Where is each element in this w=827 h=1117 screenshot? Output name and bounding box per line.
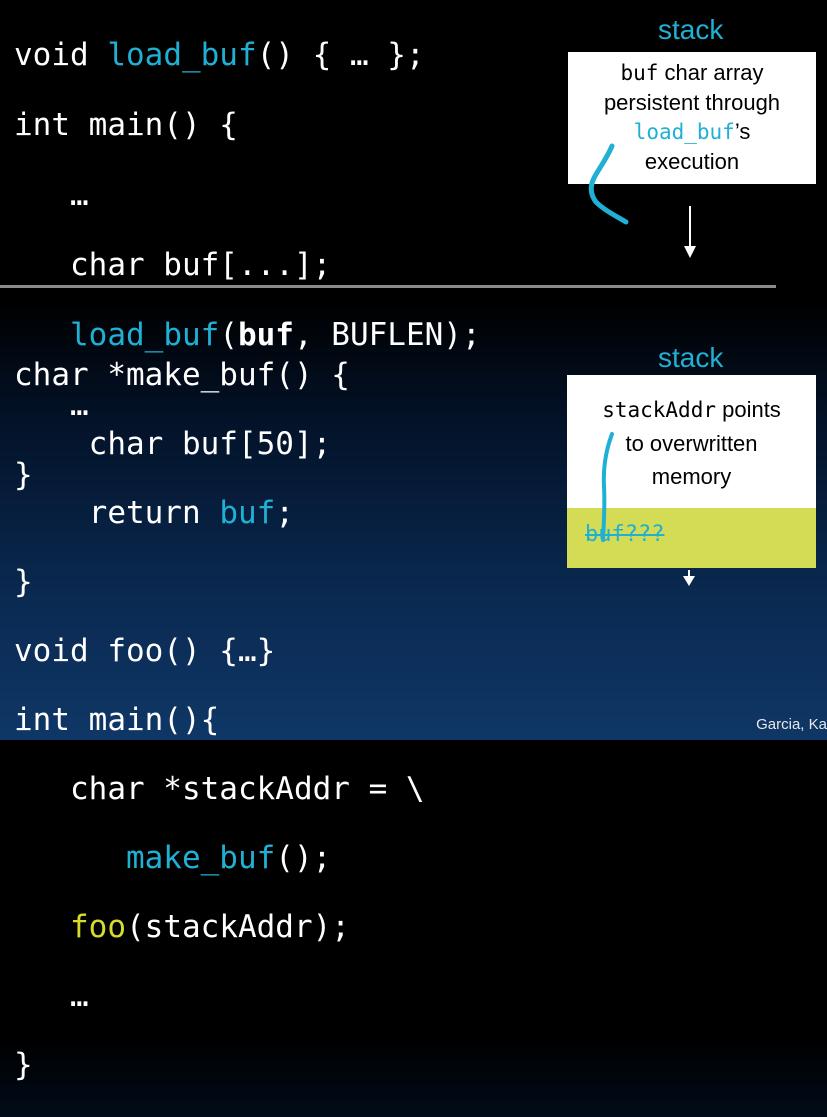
code-line: make_buf(); bbox=[125, 839, 332, 876]
function-name: foo bbox=[70, 908, 126, 945]
slide-credit: Garcia, Ka bbox=[756, 716, 827, 733]
hand-drawn-annotations bbox=[588, 143, 629, 542]
ink-stroke bbox=[588, 143, 629, 225]
code-line: foo(stackAddr); bbox=[70, 908, 350, 945]
code-line: } bbox=[14, 1046, 33, 1083]
code-line: … bbox=[14, 977, 89, 1014]
ink-stroke bbox=[601, 432, 614, 542]
code-line: char *stackAddr = \ bbox=[14, 770, 425, 807]
function-name: make_buf bbox=[125, 839, 276, 876]
